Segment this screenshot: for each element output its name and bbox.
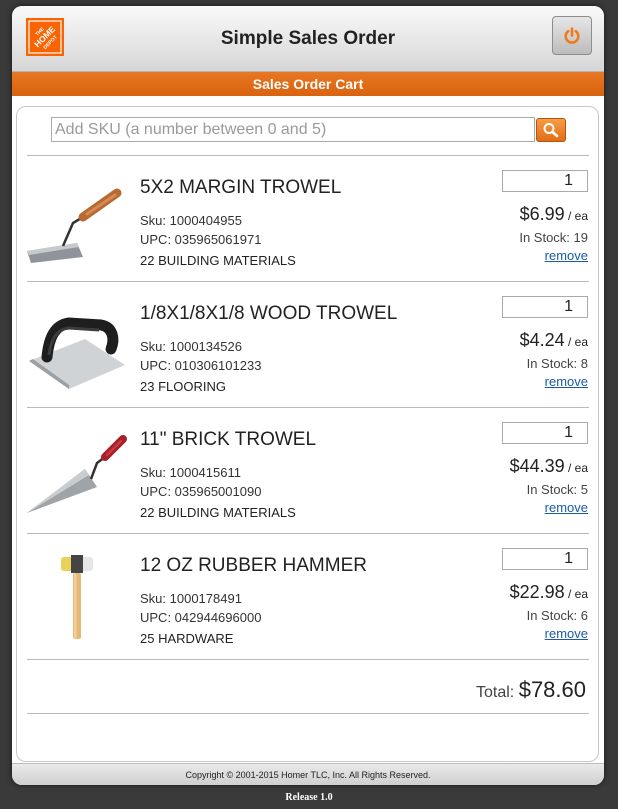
item-sku: Sku: 1000134526 (140, 339, 242, 354)
remove-link[interactable]: remove (545, 626, 588, 641)
price-amount: $6.99 (519, 204, 565, 224)
quantity-input[interactable] (502, 170, 588, 192)
item-upc: UPC: 035965061971 (140, 232, 262, 247)
brick-trowel-icon (27, 435, 127, 513)
order-total: Total: $78.60 (476, 677, 586, 703)
item-name: 11" BRICK TROWEL (140, 429, 317, 450)
power-button[interactable] (552, 16, 592, 55)
search-button[interactable] (536, 118, 566, 142)
price-unit: / ea (564, 587, 588, 601)
item-upc: UPC: 035965001090 (140, 484, 262, 499)
rubber-hammer-icon (61, 555, 93, 639)
cart-title-bar: Sales Order Cart (12, 72, 604, 96)
item-price: $22.98 / ea (510, 582, 588, 603)
search-bar (51, 117, 535, 142)
item-name: 1/8X1/8X1/8 WOOD TROWEL (140, 303, 398, 324)
margin-trowel-icon (27, 188, 122, 263)
search-icon (543, 123, 559, 138)
item-sku: Sku: 1000178491 (140, 591, 242, 606)
item-stock: In Stock: 8 (526, 356, 588, 371)
item-department: 22 BUILDING MATERIALS (140, 253, 296, 268)
sku-input[interactable] (51, 117, 535, 142)
cart-item: 11" BRICK TROWEL Sku: 1000415611 UPC: 03… (17, 407, 598, 533)
item-price: $4.24 / ea (520, 330, 588, 351)
power-icon (564, 26, 580, 44)
item-upc: UPC: 042944696000 (140, 610, 262, 625)
item-upc: UPC: 010306101233 (140, 358, 262, 373)
remove-link[interactable]: remove (545, 500, 588, 515)
cart-item: 12 OZ RUBBER HAMMER Sku: 1000178491 UPC:… (17, 533, 598, 659)
item-stock: In Stock: 5 (526, 482, 588, 497)
item-sku: Sku: 1000404955 (140, 213, 242, 228)
item-department: 23 FLOORING (140, 379, 226, 394)
item-department: 22 BUILDING MATERIALS (140, 505, 296, 520)
item-price: $6.99 / ea (520, 204, 588, 225)
price-unit: / ea (564, 335, 588, 349)
cart-item: 1/8X1/8X1/8 WOOD TROWEL Sku: 1000134526 … (17, 281, 598, 407)
cart-item: 5X2 MARGIN TROWEL Sku: 1000404955 UPC: 0… (17, 155, 598, 281)
cart-panel: 5X2 MARGIN TROWEL Sku: 1000404955 UPC: 0… (16, 106, 599, 762)
item-stock: In Stock: 6 (526, 608, 588, 623)
header-bar: THE HOME DEPOT Simple Sales Order (12, 6, 604, 72)
item-department: 25 HARDWARE (140, 631, 234, 646)
item-sku: Sku: 1000415611 (140, 465, 241, 480)
quantity-input[interactable] (502, 548, 588, 570)
quantity-input[interactable] (502, 296, 588, 318)
remove-link[interactable]: remove (545, 374, 588, 389)
release-label: Release 1.0 (285, 792, 333, 803)
copyright-footer: Copyright © 2001-2015 Homer TLC, Inc. Al… (12, 763, 604, 785)
price-unit: / ea (564, 461, 588, 475)
item-stock: In Stock: 19 (519, 230, 588, 245)
page-title: Simple Sales Order (220, 28, 396, 49)
notched-trowel-icon (29, 317, 125, 389)
price-amount: $4.24 (519, 330, 565, 350)
item-name: 5X2 MARGIN TROWEL (140, 177, 342, 198)
price-amount: $44.39 (509, 456, 565, 476)
price-amount: $22.98 (509, 582, 565, 602)
app-window: THE HOME DEPOT Simple Sales Order Sales … (12, 6, 604, 785)
remove-link[interactable]: remove (545, 248, 588, 263)
item-price: $44.39 / ea (510, 456, 588, 477)
total-value: $78.60 (518, 677, 586, 702)
quantity-input[interactable] (502, 422, 588, 444)
divider (27, 713, 589, 714)
price-unit: / ea (564, 209, 588, 223)
total-label: Total: (476, 684, 515, 701)
divider (27, 659, 589, 660)
item-name: 12 OZ RUBBER HAMMER (140, 555, 367, 576)
